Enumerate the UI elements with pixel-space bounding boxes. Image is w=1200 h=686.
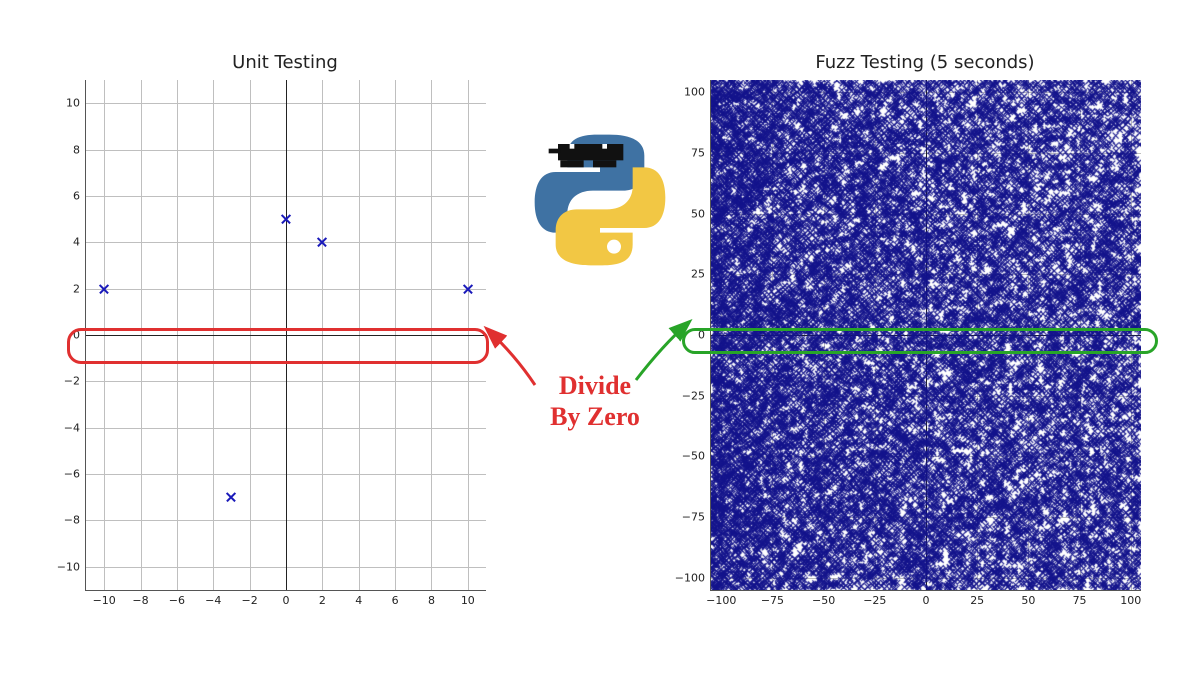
highlight-divide-by-zero-hit — [682, 328, 1158, 354]
annotation-line-1: Divide — [559, 371, 631, 400]
data-point — [281, 214, 291, 224]
y-tick-label: 8 — [73, 143, 86, 156]
x-tick-label: 75 — [1073, 590, 1087, 607]
y-tick-label: −100 — [675, 571, 711, 584]
python-logo-icon — [530, 130, 670, 270]
y-tick-label: −75 — [682, 511, 711, 524]
x-tick-label: 10 — [461, 590, 475, 607]
y-tick-label: 2 — [73, 282, 86, 295]
x-tick-label: 6 — [392, 590, 399, 607]
x-tick-label: −4 — [205, 590, 221, 607]
y-tick-label: −6 — [64, 468, 86, 481]
x-tick-label: 25 — [970, 590, 984, 607]
x-tick-label: −50 — [812, 590, 835, 607]
x-tick-label: 0 — [283, 590, 290, 607]
x-tick-label: −100 — [706, 590, 736, 607]
y-tick-label: 4 — [73, 236, 86, 249]
chart-title: Fuzz Testing (5 seconds) — [710, 52, 1140, 73]
y-tick-label: 50 — [691, 207, 711, 220]
x-tick-label: −6 — [169, 590, 185, 607]
data-point — [226, 492, 236, 502]
y-tick-label: 10 — [66, 97, 86, 110]
data-point — [317, 237, 327, 247]
x-tick-label: −2 — [242, 590, 258, 607]
y-tick-label: 25 — [691, 268, 711, 281]
x-tick-label: −25 — [863, 590, 886, 607]
annotation-line-2: By Zero — [550, 402, 640, 431]
x-tick-label: −10 — [93, 590, 116, 607]
highlight-divide-by-zero-miss — [67, 328, 489, 364]
y-tick-label: −4 — [64, 421, 86, 434]
y-tick-label: −8 — [64, 514, 86, 527]
x-tick-label: −8 — [132, 590, 148, 607]
annotation-divide-by-zero: Divide By Zero — [530, 370, 660, 432]
chart-title: Unit Testing — [85, 52, 485, 73]
data-point — [463, 284, 473, 294]
x-tick-label: 50 — [1021, 590, 1035, 607]
x-tick-label: 4 — [355, 590, 362, 607]
figure: Unit Testing −10 −8 −6 −4 −2 0 2 4 6 8 10 −10 −8 −6 −4… — [0, 0, 1200, 686]
x-tick-label: 2 — [319, 590, 326, 607]
y-tick-label: −50 — [682, 450, 711, 463]
y-tick-label: 6 — [73, 189, 86, 202]
x-tick-label: −75 — [761, 590, 784, 607]
x-tick-label: 100 — [1120, 590, 1141, 607]
y-tick-label: 100 — [684, 86, 711, 99]
x-tick-label: 8 — [428, 590, 435, 607]
y-tick-label: 75 — [691, 146, 711, 159]
x-tick-label: 0 — [923, 590, 930, 607]
data-point — [99, 284, 109, 294]
y-tick-label: −10 — [57, 560, 86, 573]
y-tick-label: −2 — [64, 375, 86, 388]
